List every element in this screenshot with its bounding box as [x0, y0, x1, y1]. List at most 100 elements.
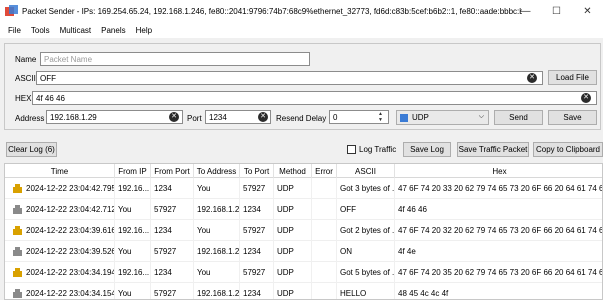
resend-delay-label: Resend Delay — [276, 114, 327, 123]
log-traffic-checkbox[interactable] — [347, 145, 356, 154]
cell-from-port: 1234 — [151, 220, 194, 241]
minimize-button[interactable]: — — [510, 0, 541, 22]
col-method[interactable]: Method — [274, 164, 312, 178]
cell-hex: 4f 46 46 — [395, 199, 602, 220]
address-input[interactable]: 192.168.1.29 — [46, 110, 183, 124]
cell-from-ip: 192.16... — [115, 178, 151, 199]
hex-label: HEX — [15, 94, 32, 103]
cell-ascii: OFF — [337, 199, 395, 220]
cell-to-address: You — [194, 262, 240, 283]
table-row[interactable]: 2024-12-22 23:04:34.194 192.16... 1234 You 5… — [5, 262, 602, 283]
cell-time: 2024-12-22 23:04:42.712 — [23, 199, 115, 220]
cell-method: UDP — [274, 262, 312, 283]
send-button[interactable]: Send — [494, 110, 543, 125]
protocol-value: UDP — [412, 113, 429, 122]
col-ascii[interactable]: ASCII — [337, 164, 395, 178]
cell-to-port: 1234 — [240, 241, 274, 262]
col-hex[interactable]: Hex — [395, 164, 602, 178]
col-to-address[interactable]: To Address — [194, 164, 240, 178]
app-icon — [5, 4, 18, 16]
save-log-button[interactable]: Save Log — [403, 142, 451, 157]
clear-port-icon[interactable]: ✕ — [258, 112, 268, 122]
resend-delay-spinner[interactable]: ▲ ▼ — [378, 111, 387, 123]
hex-input[interactable]: 4f 46 46 — [32, 91, 597, 105]
cell-to-port: 1234 — [240, 199, 274, 220]
col-time[interactable]: Time — [5, 164, 115, 178]
cell-error — [312, 178, 337, 199]
clear-hex-icon[interactable]: ✕ — [581, 93, 591, 103]
table-row[interactable]: 2024-12-22 23:04:39.526 You 57927 192.168.1… — [5, 241, 602, 262]
table-row[interactable]: 2024-12-22 23:04:34.154 You 57927 192.168.1… — [5, 283, 602, 299]
cell-error — [312, 262, 337, 283]
col-error[interactable]: Error — [312, 164, 337, 178]
cell-from-port: 1234 — [151, 178, 194, 199]
cell-ascii: Got 5 bytes of ... — [337, 262, 395, 283]
table-row[interactable]: 2024-12-22 23:04:42.795 192.16... 1234 You 5… — [5, 178, 602, 199]
outgoing-packet-icon — [13, 247, 22, 256]
cell-error — [312, 283, 337, 299]
spin-down-icon[interactable]: ▼ — [378, 117, 387, 123]
cell-hex: 47 6F 74 20 35 20 62 79 74 65 73 20 6F 6… — [395, 262, 602, 283]
cell-method: UDP — [274, 241, 312, 262]
save-traffic-packet-button[interactable]: Save Traffic Packet — [457, 142, 529, 157]
cell-hex: 47 6F 74 20 33 20 62 79 74 65 73 20 6F 6… — [395, 178, 602, 199]
cell-to-port: 57927 — [240, 178, 274, 199]
menu-bar: File Tools Multicast Panels Help — [0, 22, 603, 38]
cell-time: 2024-12-22 23:04:39.616 — [23, 220, 115, 241]
cell-method: UDP — [274, 220, 312, 241]
cell-from-ip: 192.16... — [115, 220, 151, 241]
cell-hex: 4f 4e — [395, 241, 602, 262]
protocol-select[interactable]: UDP ⌵ — [396, 110, 489, 125]
window-title: Packet Sender - IPs: 169.254.65.24, 192.… — [22, 6, 522, 16]
cell-ascii: Got 3 bytes of ... — [337, 178, 395, 199]
packet-name-input[interactable]: Packet Name — [40, 52, 310, 66]
col-to-port[interactable]: To Port — [240, 164, 274, 178]
clear-address-icon[interactable]: ✕ — [169, 112, 179, 122]
cell-hex: 47 6F 74 20 32 20 62 79 74 65 73 20 6F 6… — [395, 220, 602, 241]
close-button[interactable]: ✕ — [572, 0, 603, 22]
cell-from-port: 57927 — [151, 241, 194, 262]
table-row[interactable]: 2024-12-22 23:04:42.712 You 57927 192.168.1… — [5, 199, 602, 220]
cell-to-address: You — [194, 178, 240, 199]
cell-from-port: 57927 — [151, 283, 194, 299]
chevron-down-icon: ⌵ — [478, 113, 484, 120]
outgoing-packet-icon — [13, 289, 22, 298]
cell-time: 2024-12-22 23:04:42.795 — [23, 178, 115, 199]
load-file-button[interactable]: Load File — [548, 70, 597, 85]
cell-to-port: 1234 — [240, 283, 274, 299]
title-bar: Packet Sender - IPs: 169.254.65.24, 192.… — [0, 0, 603, 22]
menu-help[interactable]: Help — [131, 26, 157, 35]
menu-file[interactable]: File — [3, 26, 26, 35]
copy-to-clipboard-button[interactable]: Copy to Clipboard — [533, 142, 603, 157]
cell-from-port: 57927 — [151, 199, 194, 220]
cell-time: 2024-12-22 23:04:34.194 — [23, 262, 115, 283]
address-label: Address — [15, 114, 45, 123]
port-label: Port — [187, 114, 202, 123]
cell-from-port: 1234 — [151, 262, 194, 283]
cell-from-ip: You — [115, 199, 151, 220]
cell-to-address: 192.168.1.29 — [194, 199, 240, 220]
col-from-ip[interactable]: From IP — [115, 164, 151, 178]
clear-ascii-icon[interactable]: ✕ — [527, 73, 537, 83]
col-from-port[interactable]: From Port — [151, 164, 194, 178]
cell-from-ip: You — [115, 241, 151, 262]
cell-from-ip: 192.16... — [115, 262, 151, 283]
menu-tools[interactable]: Tools — [26, 26, 55, 35]
incoming-packet-icon — [13, 184, 22, 193]
log-traffic-label: Log Traffic — [359, 145, 397, 154]
table-row[interactable]: 2024-12-22 23:04:39.616 192.16... 1234 You 5… — [5, 220, 602, 241]
cell-to-address: 192.168.1.29 — [194, 241, 240, 262]
maximize-button[interactable]: ☐ — [541, 0, 572, 22]
name-label: Name — [15, 55, 37, 64]
ascii-input[interactable]: OFF — [36, 71, 543, 85]
menu-panels[interactable]: Panels — [96, 26, 130, 35]
cell-ascii: ON — [337, 241, 395, 262]
menu-multicast[interactable]: Multicast — [55, 26, 97, 35]
cell-method: UDP — [274, 199, 312, 220]
clear-log-button[interactable]: Clear Log (6) — [6, 142, 57, 157]
cell-to-port: 57927 — [240, 220, 274, 241]
cell-method: UDP — [274, 283, 312, 299]
cell-error — [312, 220, 337, 241]
save-button[interactable]: Save — [548, 110, 597, 125]
ascii-label: ASCII — [15, 74, 36, 83]
